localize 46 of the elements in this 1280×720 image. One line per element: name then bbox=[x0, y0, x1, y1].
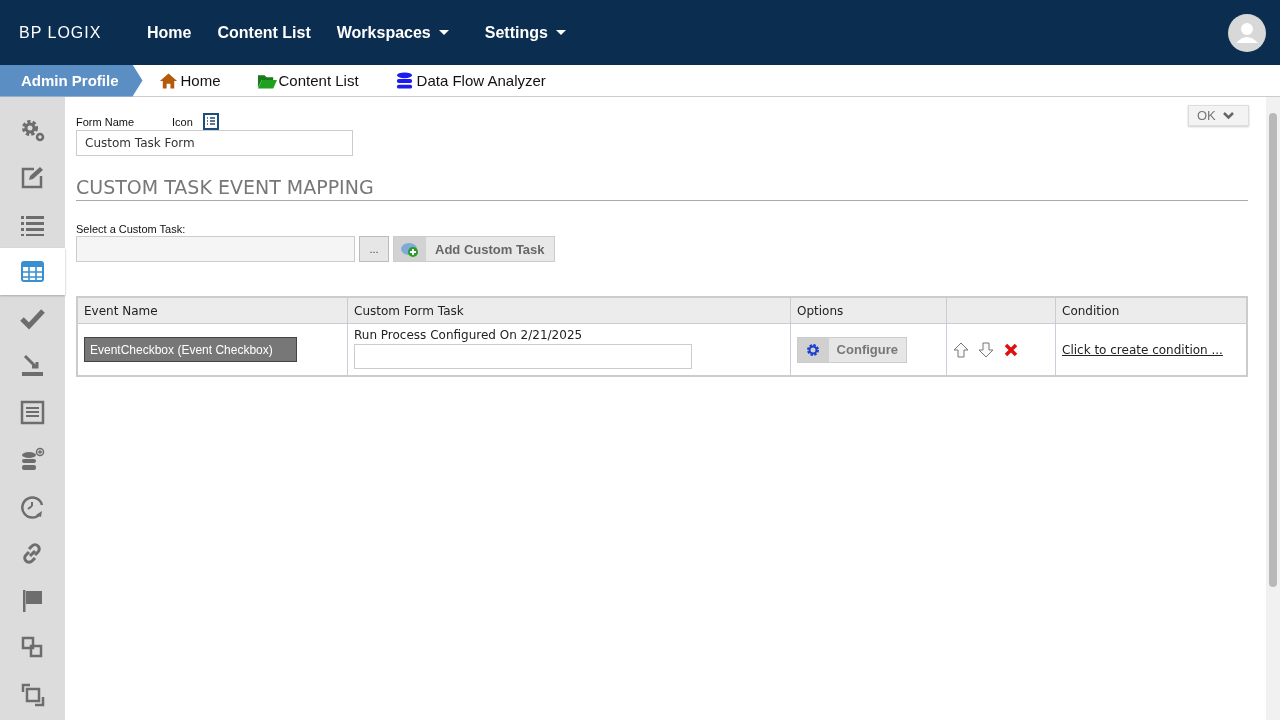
column-header: Options bbox=[790, 297, 947, 324]
configure-button[interactable]: Configure bbox=[797, 336, 907, 363]
ok-button[interactable]: OK bbox=[1188, 105, 1249, 126]
task-note: Run Process Configured On 2/21/2025 bbox=[354, 328, 584, 342]
avatar-icon[interactable] bbox=[1228, 13, 1266, 52]
event-button[interactable]: EventCheckbox (Event Checkbox) bbox=[84, 337, 297, 362]
form-icon bbox=[20, 400, 45, 425]
edit-icon bbox=[20, 165, 45, 190]
breadcrumb-link[interactable]: Content List bbox=[256, 70, 359, 91]
dropdown-menu[interactable]: Workspaces bbox=[336, 23, 449, 42]
form-name-field[interactable]: Custom Task Form bbox=[76, 130, 353, 156]
sidebar-item[interactable] bbox=[0, 248, 65, 295]
database-add-icon bbox=[20, 447, 45, 472]
logo[interactable]: BP LOGIX bbox=[19, 23, 129, 42]
section-heading: CUSTOM TASK EVENT MAPPING bbox=[76, 176, 1248, 201]
chevron-icon bbox=[1222, 111, 1234, 120]
dropdown-menu[interactable]: Settings bbox=[484, 23, 566, 42]
column-header: Condition bbox=[1055, 297, 1247, 324]
nav-link[interactable]: Content List bbox=[217, 23, 311, 42]
table-icon bbox=[20, 259, 45, 284]
list-icon[interactable] bbox=[202, 113, 219, 130]
nav-link[interactable]: Home bbox=[147, 23, 192, 42]
gears-icon bbox=[20, 118, 45, 143]
home-icon bbox=[158, 70, 179, 91]
breadcrumb-link[interactable]: Home bbox=[158, 70, 221, 91]
clock-icon bbox=[20, 494, 45, 519]
database-icon bbox=[394, 70, 415, 91]
custom-task-field[interactable] bbox=[76, 236, 355, 262]
field-label: Icon bbox=[172, 115, 193, 128]
delete-icon[interactable] bbox=[1003, 341, 1019, 358]
field-label: Select a Custom Task: bbox=[76, 223, 187, 235]
import-icon bbox=[20, 353, 45, 378]
squares-icon bbox=[20, 682, 45, 707]
gear-icon bbox=[798, 337, 829, 362]
add-custom-task-button[interactable]: Add Custom Task bbox=[393, 236, 555, 262]
squares-icon bbox=[20, 635, 45, 660]
breadcrumb-link[interactable]: Data Flow Analyzer bbox=[394, 70, 546, 91]
arrow-up-icon[interactable] bbox=[953, 341, 969, 358]
browse-button[interactable]: ... bbox=[359, 236, 389, 262]
flag-icon bbox=[20, 588, 45, 613]
field-label: Form Name bbox=[76, 115, 135, 128]
task-field[interactable] bbox=[354, 344, 692, 369]
column-header: Event Name bbox=[77, 297, 348, 324]
arrow-down-icon[interactable] bbox=[978, 341, 994, 358]
column-header: Custom Form Task bbox=[347, 297, 791, 324]
add-icon bbox=[394, 237, 426, 261]
